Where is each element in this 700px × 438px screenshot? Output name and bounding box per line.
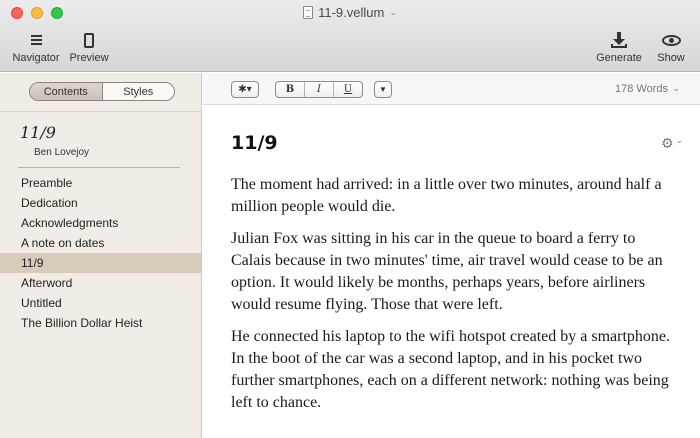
- show-button[interactable]: Show: [652, 30, 690, 64]
- tab-styles[interactable]: Styles: [103, 83, 175, 100]
- chapter-item-preamble[interactable]: Preamble: [0, 173, 201, 193]
- navigator-label: Navigator: [12, 52, 60, 64]
- window-toolbar: 11-9.vellum ⌄ Navigator Preview Generate…: [0, 0, 700, 72]
- paragraph[interactable]: Julian Fox was sitting in his car in the…: [231, 228, 671, 316]
- book-author: Ben Lovejoy: [34, 147, 90, 158]
- text-style-group: B I U: [275, 81, 363, 98]
- paragraph[interactable]: He connected his laptop to the wifi hots…: [231, 326, 671, 414]
- chapter-item-afterword[interactable]: Afterword: [0, 273, 201, 293]
- gear-icon[interactable]: ⚙: [661, 135, 674, 152]
- chapter-editor[interactable]: 11/9 ⚙ ⌄ The moment had arrived: in a li…: [203, 106, 700, 438]
- tab-contents[interactable]: Contents: [30, 83, 103, 100]
- chapter-item-note-on-dates[interactable]: A note on dates: [0, 233, 201, 253]
- generate-label: Generate: [596, 52, 642, 64]
- chapter-list: Preamble Dedication Acknowledgments A no…: [0, 173, 201, 333]
- paragraph[interactable]: The moment had arrived: in a little over…: [231, 174, 671, 218]
- chevron-down-icon: ⌄: [389, 7, 397, 17]
- show-label: Show: [657, 52, 685, 64]
- underline-button[interactable]: U: [334, 82, 362, 97]
- sidebar-divider: [0, 111, 201, 112]
- chapter-item-acknowledgments[interactable]: Acknowledgments: [0, 213, 201, 233]
- chevron-down-icon: ⌄: [676, 136, 683, 145]
- word-count[interactable]: 178 Words: [615, 83, 668, 95]
- chapter-body-text[interactable]: The moment had arrived: in a little over…: [231, 174, 671, 424]
- sidebar-tab-switcher: Contents Styles: [29, 82, 175, 101]
- chapter-title[interactable]: 11/9: [231, 132, 278, 154]
- title-divider: [18, 167, 180, 168]
- navigator-sidebar: Contents Styles 11/9 Ben Lovejoy Preambl…: [0, 73, 202, 438]
- document-icon: [303, 6, 314, 19]
- style-menu-button[interactable]: ✱▾: [231, 81, 259, 98]
- more-formatting-button[interactable]: ▼: [374, 81, 392, 98]
- chevron-down-icon: ⌄: [672, 83, 680, 93]
- bold-button[interactable]: B: [276, 82, 305, 97]
- format-bar: ✱▾ B I U ▼ 178 Words ⌄: [203, 73, 700, 105]
- window-title-text: 11-9.vellum: [318, 5, 385, 20]
- download-tray-icon: [610, 32, 628, 48]
- chapter-item-untitled[interactable]: Untitled: [0, 293, 201, 313]
- preview-button[interactable]: Preview: [66, 30, 112, 64]
- chapter-item-billion-dollar-heist[interactable]: The Billion Dollar Heist: [0, 313, 201, 333]
- generate-button[interactable]: Generate: [592, 30, 646, 64]
- window-title[interactable]: 11-9.vellum ⌄: [0, 5, 700, 20]
- phone-icon: [84, 32, 94, 48]
- navigator-button[interactable]: Navigator: [10, 30, 62, 64]
- eye-icon: [661, 34, 681, 46]
- italic-button[interactable]: I: [305, 82, 334, 97]
- chapter-item-11-9[interactable]: 11/9: [0, 253, 201, 273]
- navigator-icon: [30, 35, 42, 45]
- chapter-item-dedication[interactable]: Dedication: [0, 193, 201, 213]
- preview-label: Preview: [69, 52, 109, 64]
- book-title[interactable]: 11/9: [20, 123, 56, 142]
